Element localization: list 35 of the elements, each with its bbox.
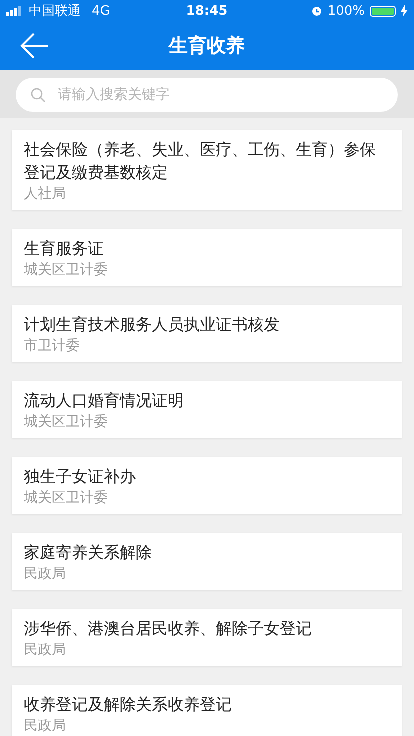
- department-label: 城关区卫计委: [24, 413, 109, 432]
- department-label: 民政局: [24, 641, 67, 660]
- department-label: 民政局: [24, 717, 67, 736]
- service-card[interactable]: 计划生育技术服务人员执业证书核发 市卫计委: [12, 305, 402, 362]
- service-title: 生育服务证: [24, 238, 105, 260]
- department-label: 人社局: [24, 185, 67, 204]
- department-label: 城关区卫计委: [24, 489, 109, 508]
- signal-icon: [6, 6, 24, 16]
- service-title: 计划生育技术服务人员执业证书核发: [24, 314, 281, 336]
- service-title: 独生子女证补办: [24, 466, 137, 488]
- service-card[interactable]: 生育服务证 城关区卫计委: [12, 229, 402, 286]
- service-card[interactable]: 涉华侨、港澳台居民收养、解除子女登记 民政局: [12, 609, 402, 666]
- service-card[interactable]: 家庭寄养关系解除 民政局: [12, 533, 402, 590]
- service-card[interactable]: 收养登记及解除关系收养登记 民政局: [12, 685, 402, 736]
- department-label: 城关区卫计委: [24, 261, 109, 280]
- service-title: 家庭寄养关系解除: [24, 542, 153, 564]
- back-button[interactable]: [20, 31, 50, 61]
- carrier-name: 中国联通: [29, 3, 81, 20]
- service-title: 社会保险（养老、失业、医疗、工伤、生育）参保登记及缴费基数核定: [24, 139, 377, 184]
- page-title: 生育收养: [169, 35, 245, 57]
- network-type: 4G: [92, 4, 110, 18]
- service-card[interactable]: 流动人口婚育情况证明 城关区卫计委: [12, 381, 402, 438]
- service-title: 流动人口婚育情况证明: [24, 390, 185, 412]
- alarm-icon: [310, 5, 323, 17]
- search-field[interactable]: 请输入搜索关键字: [16, 78, 398, 112]
- department-label: 市卫计委: [24, 337, 81, 356]
- service-title: 涉华侨、港澳台居民收养、解除子女登记: [24, 618, 313, 640]
- status-time: 18:45: [186, 4, 228, 18]
- service-title: 收养登记及解除关系收养登记: [24, 694, 233, 716]
- battery-percent: 100%: [328, 4, 365, 18]
- charging-icon: [401, 5, 408, 17]
- service-card[interactable]: 社会保险（养老、失业、医疗、工伤、生育）参保登记及缴费基数核定 人社局: [12, 130, 402, 210]
- department-label: 民政局: [24, 565, 67, 584]
- service-card[interactable]: 独生子女证补办 城关区卫计委: [12, 457, 402, 514]
- battery-icon: [370, 6, 396, 16]
